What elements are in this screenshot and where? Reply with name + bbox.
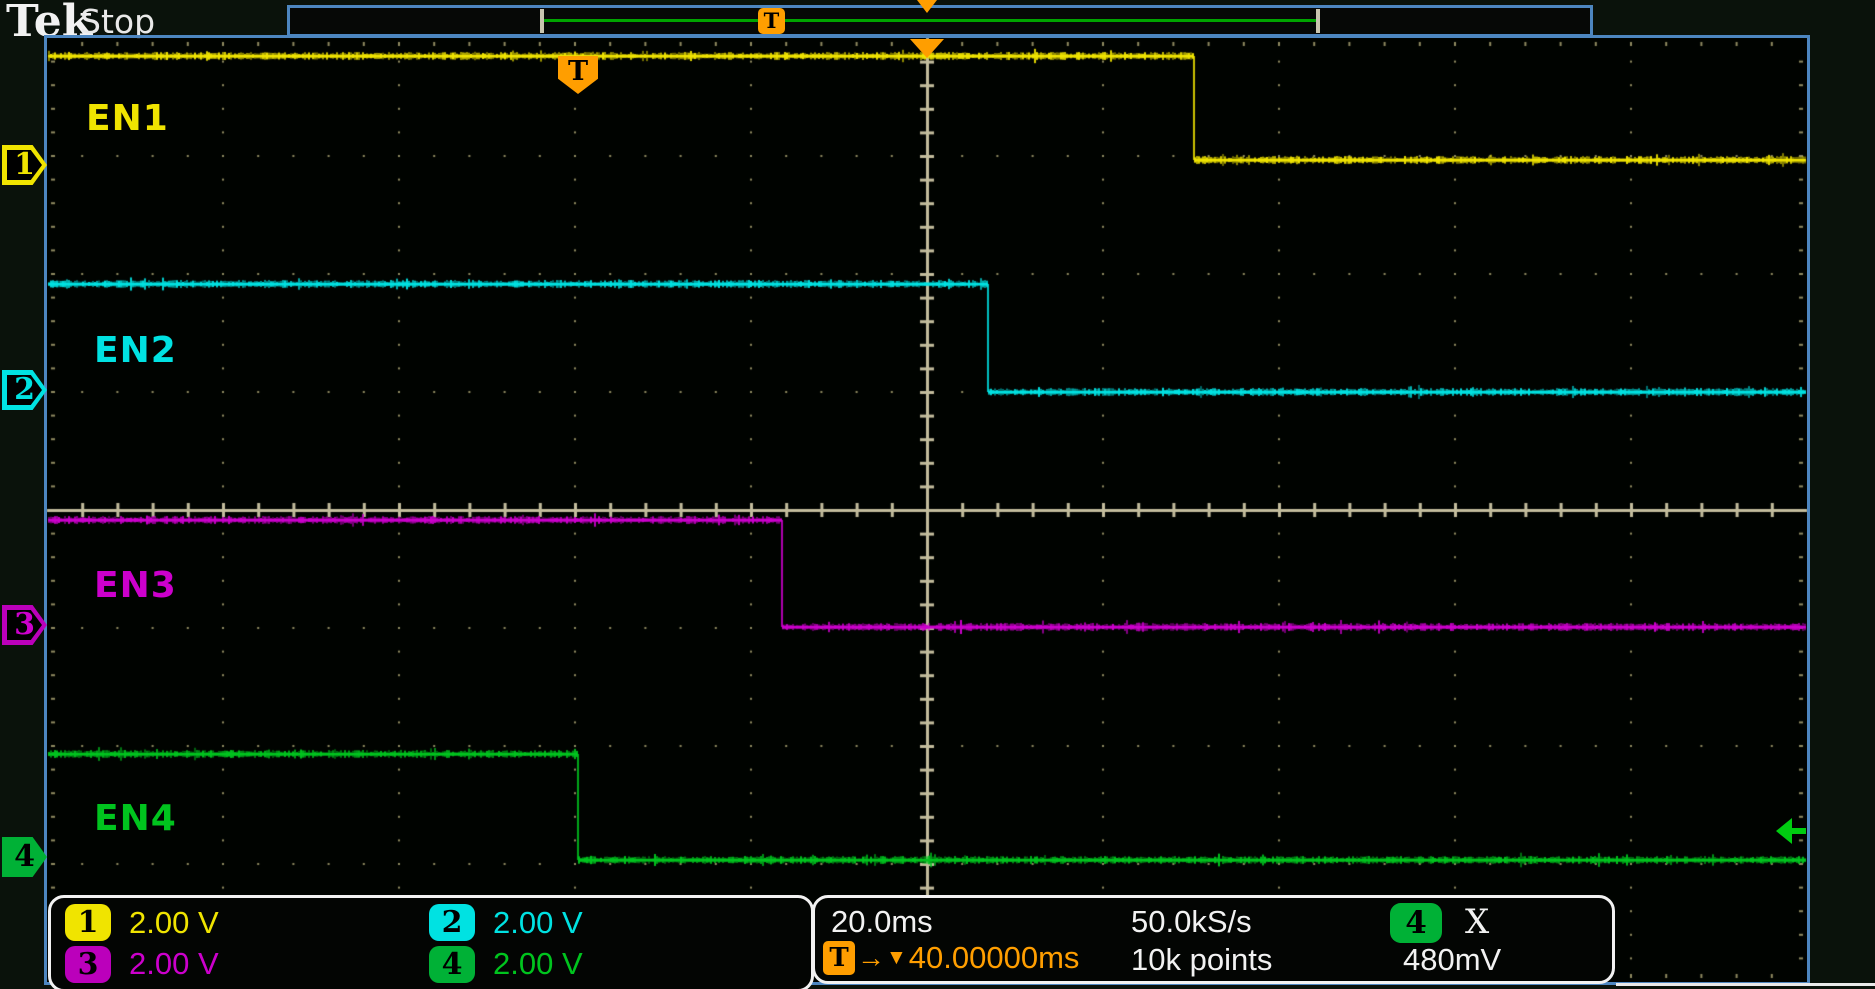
graticule-border [44,35,1810,985]
trigger-delay-value: 40.00000ms [909,940,1080,976]
channel-4-badge[interactable]: 4 [429,946,475,983]
trigger-position-icon [910,39,944,58]
channel-2-scale: 2.00 V [493,905,811,941]
trigger-source-badge: 4 [1390,903,1442,943]
trigger-level-arrow-stem [1790,828,1806,834]
record-length: 10k points [1131,942,1272,978]
expansion-point-icon [917,0,937,13]
trace-label-en1: EN1 [86,98,169,139]
vertical-scale-readout[interactable]: 1 2.00 V 2 2.00 V 3 2.00 V 4 2.00 V [48,895,814,989]
trigger-level-value: 480mV [1403,942,1501,978]
channel-3-scale: 2.00 V [129,946,429,982]
trigger-level-arrow-icon [1776,818,1806,844]
triangle-down-icon: ▼ [886,943,907,973]
horizontal-trigger-readout[interactable]: 20.0ms 50.0kS/s 10k points T → ▼ 40.0000… [812,895,1615,984]
channel-3-badge[interactable]: 3 [65,946,111,983]
arrow-right-icon: → [857,943,885,973]
trigger-slope-symbol: X [1465,902,1489,942]
trigger-t-icon: T [823,941,855,975]
trigger-delay-readout: T → ▼ 40.00000ms [823,940,1079,976]
trace-label-en4: EN4 [94,798,177,839]
channel-1-badge[interactable]: 1 [65,904,111,941]
sample-rate: 50.0kS/s [1131,904,1252,940]
trace-label-en3: EN3 [94,565,177,606]
channel-4-scale: 2.00 V [493,946,811,982]
oscilloscope-screen: Tek Stop T T 1 2 3 4 EN1 EN2 EN3 EN4 1 [0,0,1875,989]
channel-2-badge[interactable]: 2 [429,904,475,941]
timebase-scale: 20.0ms [831,904,933,940]
channel-1-scale: 2.00 V [129,905,429,941]
bottom-edge-line [1616,983,1875,986]
trace-label-en2: EN2 [94,330,177,371]
